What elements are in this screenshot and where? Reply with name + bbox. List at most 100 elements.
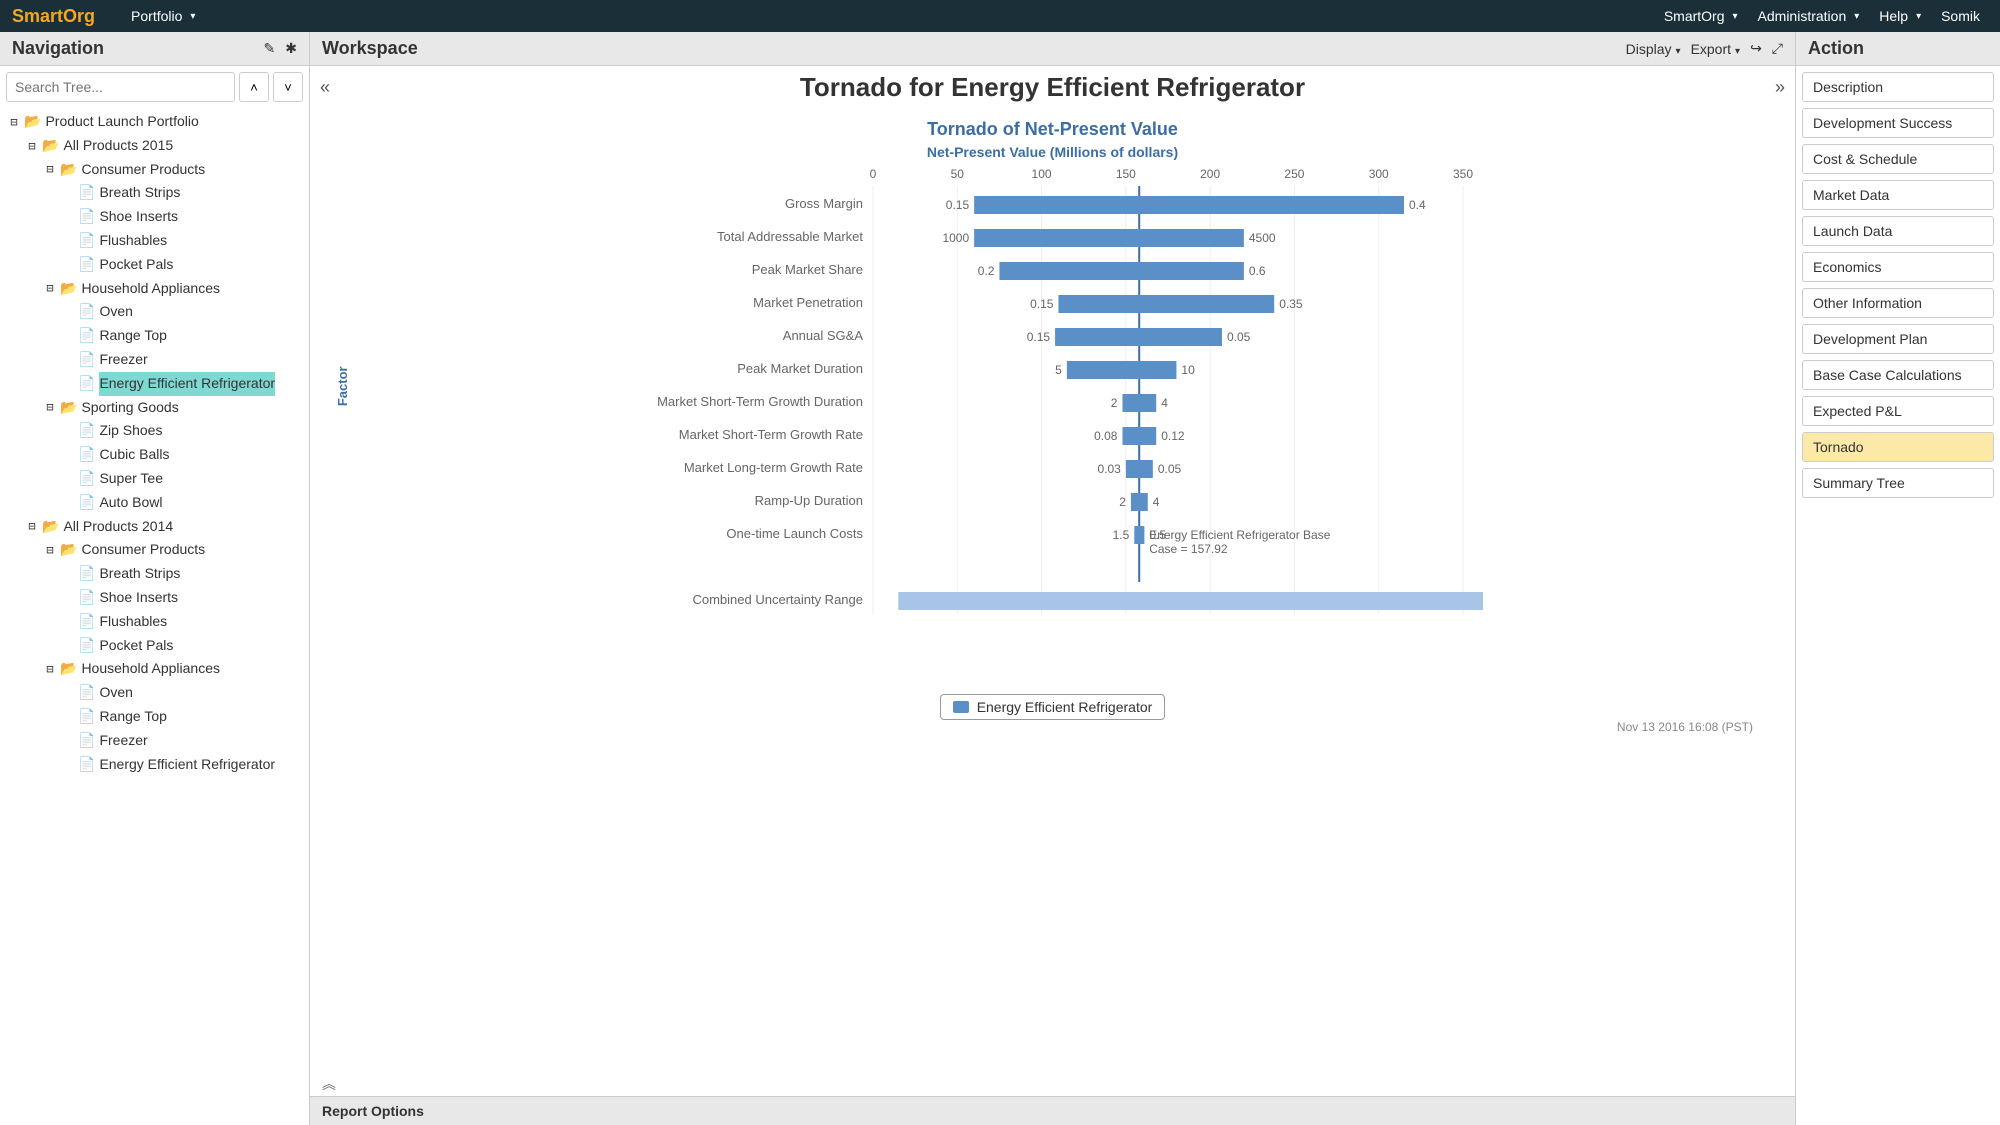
svg-text:2: 2 — [1110, 396, 1117, 410]
tree-item[interactable]: ⊟📂Product Launch Portfolio — [8, 110, 301, 134]
tree-item[interactable]: 📄Freezer — [8, 348, 301, 372]
tree-item[interactable]: 📄Oven — [8, 300, 301, 324]
action-item[interactable]: Economics — [1802, 252, 1994, 282]
collapse-right-icon[interactable]: » — [1775, 77, 1785, 98]
action-item[interactable]: Base Case Calculations — [1802, 360, 1994, 390]
toggle-icon[interactable]: ⊟ — [26, 516, 38, 536]
tree-label: Pocket Pals — [99, 634, 173, 658]
folder-icon: 📂 — [60, 538, 77, 562]
toggle-icon[interactable]: ⊟ — [26, 136, 38, 156]
tree-item[interactable]: 📄Zip Shoes — [8, 419, 301, 443]
svg-text:Total Addressable Market: Total Addressable Market — [717, 229, 863, 244]
tree-item[interactable]: 📄Pocket Pals — [8, 634, 301, 658]
action-item[interactable]: Development Success — [1802, 108, 1994, 138]
tree-item[interactable]: ⊟📂All Products 2014 — [8, 515, 301, 539]
action-item[interactable]: Expected P&L — [1802, 396, 1994, 426]
tree-label: Household Appliances — [81, 657, 220, 681]
tree-item[interactable]: 📄Freezer — [8, 729, 301, 753]
file-icon: 📄 — [78, 253, 95, 277]
file-icon: 📄 — [78, 562, 95, 586]
topmenu-somik[interactable]: Somik — [1933, 4, 1988, 28]
svg-text:Peak Market Duration: Peak Market Duration — [737, 361, 863, 376]
toggle-icon[interactable]: ⊟ — [44, 540, 56, 560]
tree-item[interactable]: 📄Shoe Inserts — [8, 205, 301, 229]
action-item[interactable]: Other Information — [1802, 288, 1994, 318]
folder-icon: 📂 — [42, 515, 59, 539]
tree-item[interactable]: 📄Energy Efficient Refrigerator — [8, 753, 301, 777]
tree-item[interactable]: 📄Shoe Inserts — [8, 586, 301, 610]
svg-text:Gross Margin: Gross Margin — [784, 196, 862, 211]
navigation-header: Navigation ✎ ✱ — [0, 32, 309, 66]
tree-label: Shoe Inserts — [99, 586, 178, 610]
tree-item[interactable]: ⊟📂Household Appliances — [8, 657, 301, 681]
tree-item[interactable]: 📄Super Tee — [8, 467, 301, 491]
toggle-icon[interactable]: ⊟ — [44, 659, 56, 679]
svg-text:Market Short-Term Growth Durat: Market Short-Term Growth Duration — [657, 394, 863, 409]
file-icon: 📄 — [78, 491, 95, 515]
toggle-icon[interactable]: ⊟ — [44, 159, 56, 179]
action-item[interactable]: Tornado — [1802, 432, 1994, 462]
tree-label: Oven — [99, 300, 132, 324]
report-options-header[interactable]: Report Options — [310, 1096, 1795, 1125]
tree-item[interactable]: 📄Range Top — [8, 324, 301, 348]
tree-item[interactable]: 📄Auto Bowl — [8, 491, 301, 515]
file-icon: 📄 — [78, 729, 95, 753]
tree-item[interactable]: 📄Flushables — [8, 229, 301, 253]
svg-text:0.15: 0.15 — [945, 198, 969, 212]
report-options-toggle[interactable]: ︽ — [310, 1072, 1795, 1096]
collapse-left-icon[interactable]: « — [320, 77, 330, 98]
tree-item[interactable]: 📄Flushables — [8, 610, 301, 634]
search-input[interactable] — [6, 72, 235, 102]
folder-icon: 📂 — [60, 158, 77, 182]
timestamp: Nov 13 2016 16:08 (PST) — [340, 720, 1765, 734]
tree-item[interactable]: ⊟📂Consumer Products — [8, 158, 301, 182]
tree-label: Sporting Goods — [81, 396, 178, 420]
tree-item[interactable]: ⊟📂Sporting Goods — [8, 396, 301, 420]
action-item[interactable]: Launch Data — [1802, 216, 1994, 246]
svg-text:150: 150 — [1115, 167, 1135, 181]
workspace-panel: Workspace Display Export ↪ ⤢ « Tornado f… — [310, 32, 1795, 1125]
svg-text:Peak Market Share: Peak Market Share — [751, 262, 862, 277]
tree-item[interactable]: 📄Range Top — [8, 705, 301, 729]
toggle-icon[interactable]: ⊟ — [44, 397, 56, 417]
tree-item[interactable]: 📄Energy Efficient Refrigerator — [8, 372, 301, 396]
action-item[interactable]: Cost & Schedule — [1802, 144, 1994, 174]
svg-text:0.35: 0.35 — [1279, 297, 1303, 311]
topmenu-administration[interactable]: Administration — [1750, 4, 1868, 28]
action-item[interactable]: Summary Tree — [1802, 468, 1994, 498]
file-icon: 📄 — [78, 443, 95, 467]
export-menu[interactable]: Export — [1691, 41, 1741, 57]
tree-item[interactable]: 📄Breath Strips — [8, 562, 301, 586]
display-menu[interactable]: Display — [1626, 41, 1681, 57]
topmenu-help[interactable]: Help — [1871, 4, 1929, 28]
topmenu-portfolio[interactable]: Portfolio — [123, 4, 203, 28]
tree-item[interactable]: 📄Pocket Pals — [8, 253, 301, 277]
tree-label: Product Launch Portfolio — [45, 110, 198, 134]
tree-item[interactable]: 📄Breath Strips — [8, 181, 301, 205]
file-icon: 📄 — [78, 229, 95, 253]
action-item[interactable]: Development Plan — [1802, 324, 1994, 354]
toggle-icon[interactable]: ⊟ — [44, 278, 56, 298]
gear-icon[interactable]: ✱ — [285, 40, 297, 57]
chart-area: Tornado of Net-Present Value Net-Present… — [310, 109, 1795, 1072]
action-item[interactable]: Market Data — [1802, 180, 1994, 210]
tree-label: Energy Efficient Refrigerator — [99, 372, 275, 396]
action-item[interactable]: Description — [1802, 72, 1994, 102]
search-prev-button[interactable]: ˄ — [239, 72, 269, 102]
tree-label: Breath Strips — [99, 562, 180, 586]
toggle-icon[interactable]: ⊟ — [8, 112, 20, 132]
svg-text:350: 350 — [1452, 167, 1472, 181]
topmenu-smartorg[interactable]: SmartOrg — [1656, 4, 1746, 28]
tree-item[interactable]: 📄Oven — [8, 681, 301, 705]
edit-icon[interactable]: ✎ — [264, 40, 276, 57]
share-icon[interactable]: ↪ — [1750, 40, 1762, 57]
tree-item[interactable]: ⊟📂Household Appliances — [8, 277, 301, 301]
topbar: SmartOrg Portfolio SmartOrgAdministratio… — [0, 0, 2000, 32]
file-icon: 📄 — [78, 419, 95, 443]
tree-item[interactable]: 📄Cubic Balls — [8, 443, 301, 467]
file-icon: 📄 — [78, 610, 95, 634]
search-next-button[interactable]: ˅ — [273, 72, 303, 102]
tree-item[interactable]: ⊟📂Consumer Products — [8, 538, 301, 562]
tree-item[interactable]: ⊟📂All Products 2015 — [8, 134, 301, 158]
expand-icon[interactable]: ⤢ — [1772, 40, 1783, 57]
